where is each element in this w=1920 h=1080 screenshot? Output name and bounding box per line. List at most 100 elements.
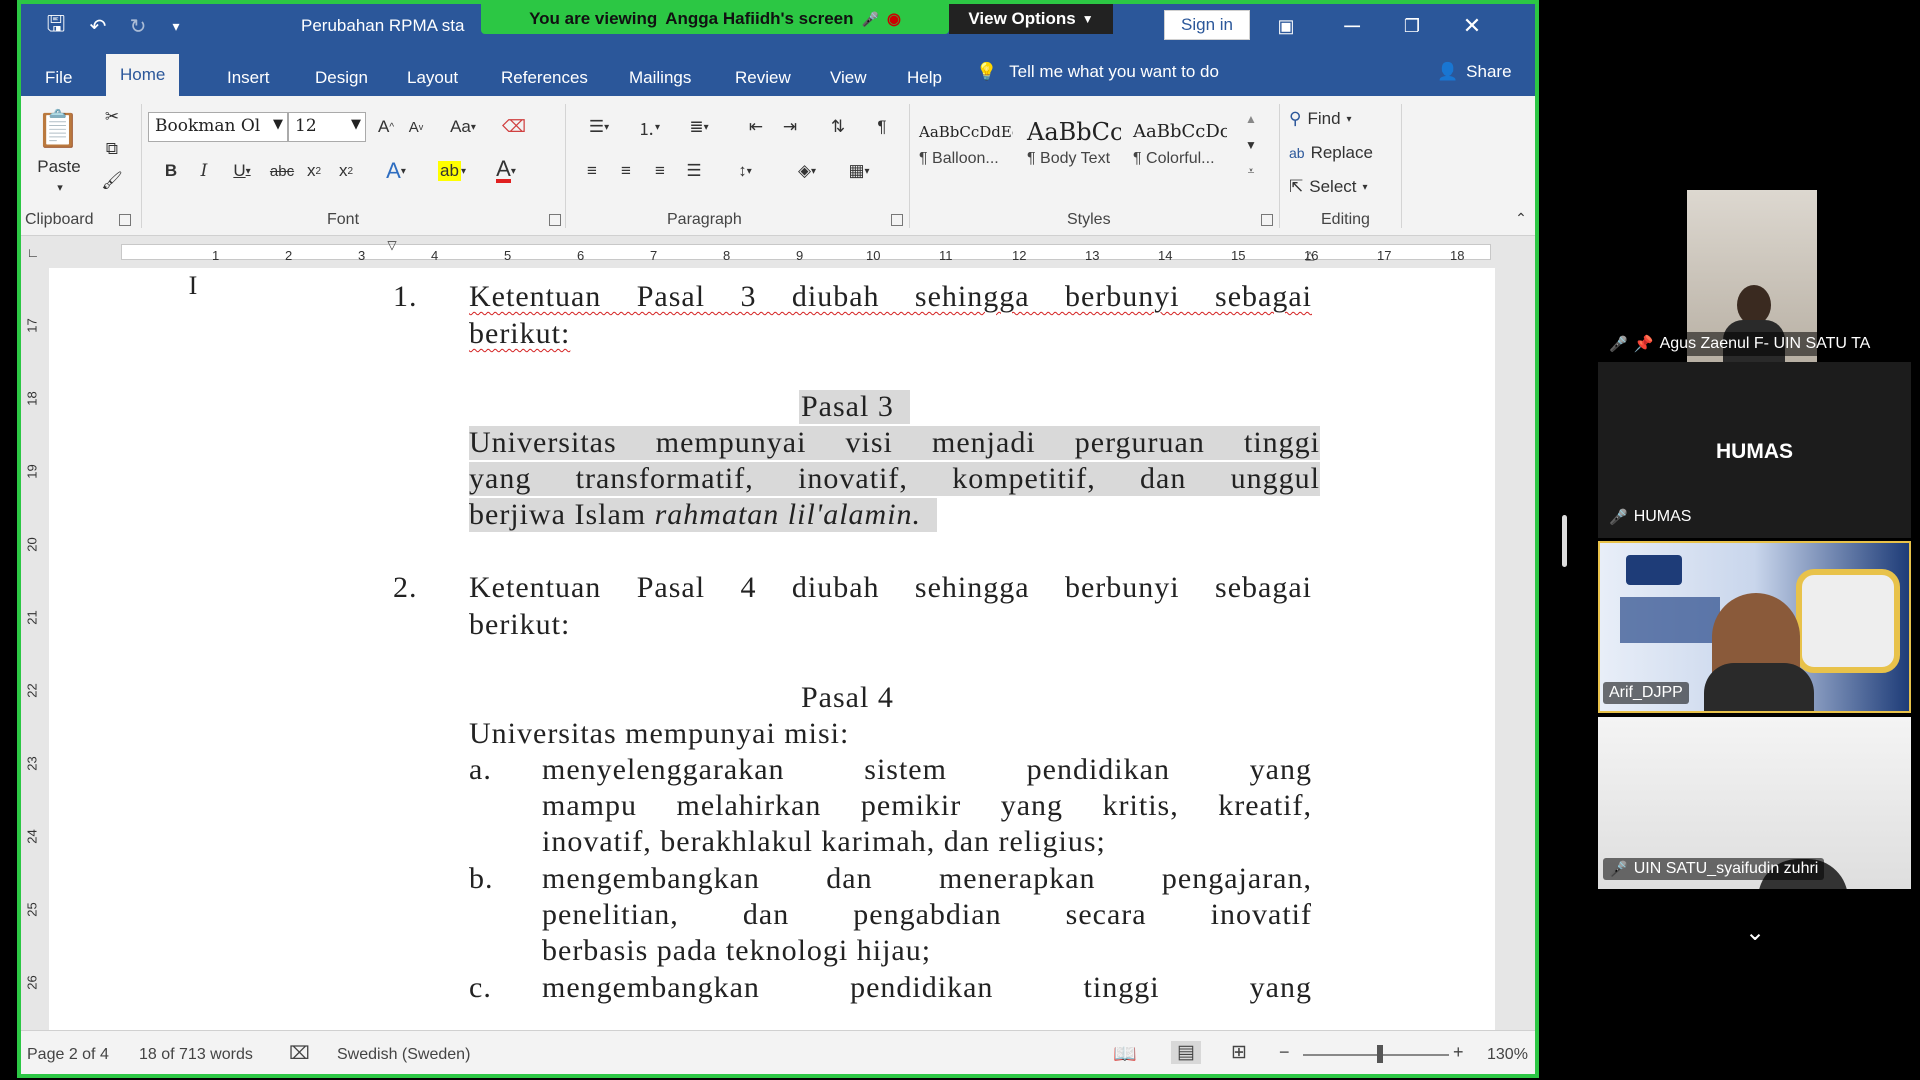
line-spacing-icon[interactable]: ↕ ▾ — [723, 156, 767, 186]
paragraph-line: inovatif, berakhlakul karimah, dan relig… — [542, 825, 1106, 858]
format-painter-icon[interactable]: 🖌 — [99, 168, 125, 194]
horizontal-ruler[interactable]: ∟ 1 2 3 4 5 6 7 8 9 10 11 12 13 14 15 16… — [21, 236, 1535, 268]
text-effects-icon[interactable]: A ▾ — [373, 156, 419, 186]
align-left-icon[interactable]: ≡ — [577, 156, 607, 186]
cut-icon[interactable]: ✂ — [99, 104, 125, 130]
decrease-indent-icon[interactable]: ⇤ — [741, 112, 771, 142]
save-icon[interactable]: 🖫 — [41, 11, 71, 40]
share-button[interactable]: 👤 Share — [1437, 62, 1512, 82]
zoom-slider-thumb[interactable] — [1377, 1045, 1383, 1063]
tab-design[interactable]: Design — [301, 60, 382, 96]
tab-file[interactable]: File — [31, 60, 86, 96]
first-line-indent-marker[interactable]: ▽ — [384, 237, 400, 253]
bullets-icon[interactable]: ☰ ▾ — [577, 112, 621, 142]
highlight-icon[interactable]: ab ▾ — [429, 156, 475, 186]
styles-launcher-icon[interactable] — [1261, 214, 1273, 226]
justify-icon[interactable]: ☰ — [679, 156, 709, 186]
borders-icon[interactable]: ▦ ▾ — [837, 156, 881, 186]
page-count[interactable]: Page 2 of 4 — [27, 1046, 109, 1064]
shrink-font-icon[interactable]: Av — [403, 112, 429, 142]
tab-home[interactable]: Home — [106, 54, 180, 96]
web-layout-icon[interactable]: ⊞ — [1231, 1041, 1247, 1064]
font-size-combo[interactable]: 12 ▼ — [288, 112, 366, 142]
tab-help[interactable]: Help — [893, 60, 956, 96]
customize-quick-access-icon[interactable]: ▾ — [161, 12, 191, 40]
chevron-down-icon[interactable]: ▼ — [273, 117, 283, 132]
change-case-button[interactable]: Aa ▾ — [439, 112, 487, 142]
font-name-combo[interactable]: Bookman Ol ▼ — [148, 112, 288, 142]
zoom-level[interactable]: 130% — [1487, 1046, 1528, 1064]
font-launcher-icon[interactable] — [549, 214, 561, 226]
paste-icon[interactable]: 📋 — [35, 104, 81, 154]
styles-scroll-down-icon[interactable]: ▼ — [1239, 134, 1263, 156]
tab-layout[interactable]: Layout — [393, 60, 472, 96]
redo-icon[interactable]: ↻ — [123, 12, 153, 40]
paste-label[interactable]: Paste — [31, 156, 87, 178]
undo-icon[interactable]: ↶ — [83, 12, 113, 40]
vertical-ruler[interactable]: 17 18 19 20 21 22 23 24 25 26 — [21, 268, 49, 1030]
underline-icon[interactable]: U ▾ — [224, 156, 260, 186]
right-indent-marker[interactable]: △ — [1302, 247, 1318, 263]
tab-selector-icon[interactable]: ∟ — [25, 244, 41, 260]
paragraph-launcher-icon[interactable] — [891, 214, 903, 226]
read-mode-icon[interactable]: 📖 — [1113, 1042, 1137, 1066]
view-options-button[interactable]: View Options ▼ — [949, 4, 1113, 34]
tab-insert[interactable]: Insert — [213, 60, 284, 96]
close-button[interactable]: ✕ — [1447, 8, 1497, 44]
subscript-icon[interactable]: x2 — [301, 156, 327, 186]
style-balloon[interactable]: AaBbCcDdEe ¶ Balloon... — [913, 114, 1013, 182]
sort-icon[interactable]: ⇅ — [823, 112, 853, 142]
proofing-icon[interactable]: ⌧ — [289, 1043, 310, 1064]
numbering-icon[interactable]: ⒈ ▾ — [627, 112, 671, 142]
copy-icon[interactable]: ⧉ — [99, 136, 125, 162]
sign-in-button[interactable]: Sign in — [1164, 10, 1250, 40]
tell-me-search[interactable]: 💡 Tell me what you want to do — [976, 62, 1219, 82]
font-name-value: Bookman Ol — [155, 116, 261, 136]
restore-button[interactable]: ❐ — [1387, 8, 1437, 44]
print-layout-icon[interactable]: ▤ — [1171, 1041, 1201, 1064]
paragraph-line: menyelenggarakan sistem pendidikan yang — [542, 753, 1312, 786]
tab-references[interactable]: References — [487, 60, 602, 96]
zoom-in-icon[interactable]: + — [1453, 1042, 1464, 1063]
banner-image — [1620, 597, 1720, 643]
strikethrough-icon[interactable]: abc — [267, 156, 297, 186]
show-formatting-icon[interactable]: ¶ — [867, 112, 897, 142]
font-color-icon[interactable]: A ▾ — [483, 156, 529, 186]
clear-formatting-icon[interactable]: ⌫ — [499, 112, 529, 142]
bold-icon[interactable]: B — [158, 156, 184, 186]
minimize-button[interactable]: ─ — [1327, 8, 1377, 44]
zoom-out-icon[interactable]: − — [1279, 1042, 1290, 1063]
paste-dropdown-icon[interactable]: ▾ — [45, 180, 75, 194]
grow-font-icon[interactable]: A ^ — [373, 112, 399, 142]
superscript-icon[interactable]: x2 — [333, 156, 359, 186]
align-right-icon[interactable]: ≡ — [645, 156, 675, 186]
find-button[interactable]: ⚲ Find ▾ — [1289, 106, 1389, 132]
replace-button[interactable]: ab Replace — [1289, 140, 1399, 166]
paragraph-line: mengembangkan pendidikan tinggi yang — [542, 971, 1312, 1004]
chevron-down-icon: ▾ — [1362, 181, 1368, 193]
increase-indent-icon[interactable]: ⇥ — [775, 112, 805, 142]
styles-scroll-up-icon[interactable]: ▲ — [1239, 108, 1263, 130]
language-indicator[interactable]: Swedish (Sweden) — [337, 1046, 470, 1064]
shading-icon[interactable]: ◈ ▾ — [785, 156, 829, 186]
clipboard-launcher-icon[interactable] — [119, 214, 131, 226]
tab-review[interactable]: Review — [721, 60, 805, 96]
multilevel-list-icon[interactable]: ≣ ▾ — [677, 112, 721, 142]
tab-mailings[interactable]: Mailings — [615, 60, 705, 96]
styles-more-icon[interactable]: ⩡ — [1239, 160, 1263, 182]
zoom-slider[interactable] — [1303, 1054, 1449, 1056]
chevron-down-icon[interactable]: ⌄ — [1740, 918, 1770, 948]
word-count[interactable]: 18 of 713 words — [139, 1046, 253, 1064]
document-page[interactable]: I 1. Ketentuan Pasal 3 diubah sehingga b… — [49, 268, 1495, 1030]
panel-scrollbar[interactable] — [1562, 515, 1567, 567]
document-area[interactable]: I 1. Ketentuan Pasal 3 diubah sehingga b… — [49, 268, 1535, 1030]
italic-icon[interactable]: I — [191, 156, 217, 186]
collapse-ribbon-icon[interactable]: ⌃ — [1511, 208, 1531, 228]
chevron-down-icon[interactable]: ▼ — [351, 117, 361, 132]
ribbon-display-options-icon[interactable]: ▣ — [1261, 8, 1311, 44]
select-button[interactable]: ⇱ Select ▾ — [1289, 174, 1399, 200]
style-colorful[interactable]: AaBbCcDc ¶ Colorful... — [1127, 114, 1227, 182]
style-body-text[interactable]: AaBbCc ¶ Body Text — [1021, 114, 1121, 182]
align-center-icon[interactable]: ≡ — [611, 156, 641, 186]
tab-view[interactable]: View — [816, 60, 881, 96]
